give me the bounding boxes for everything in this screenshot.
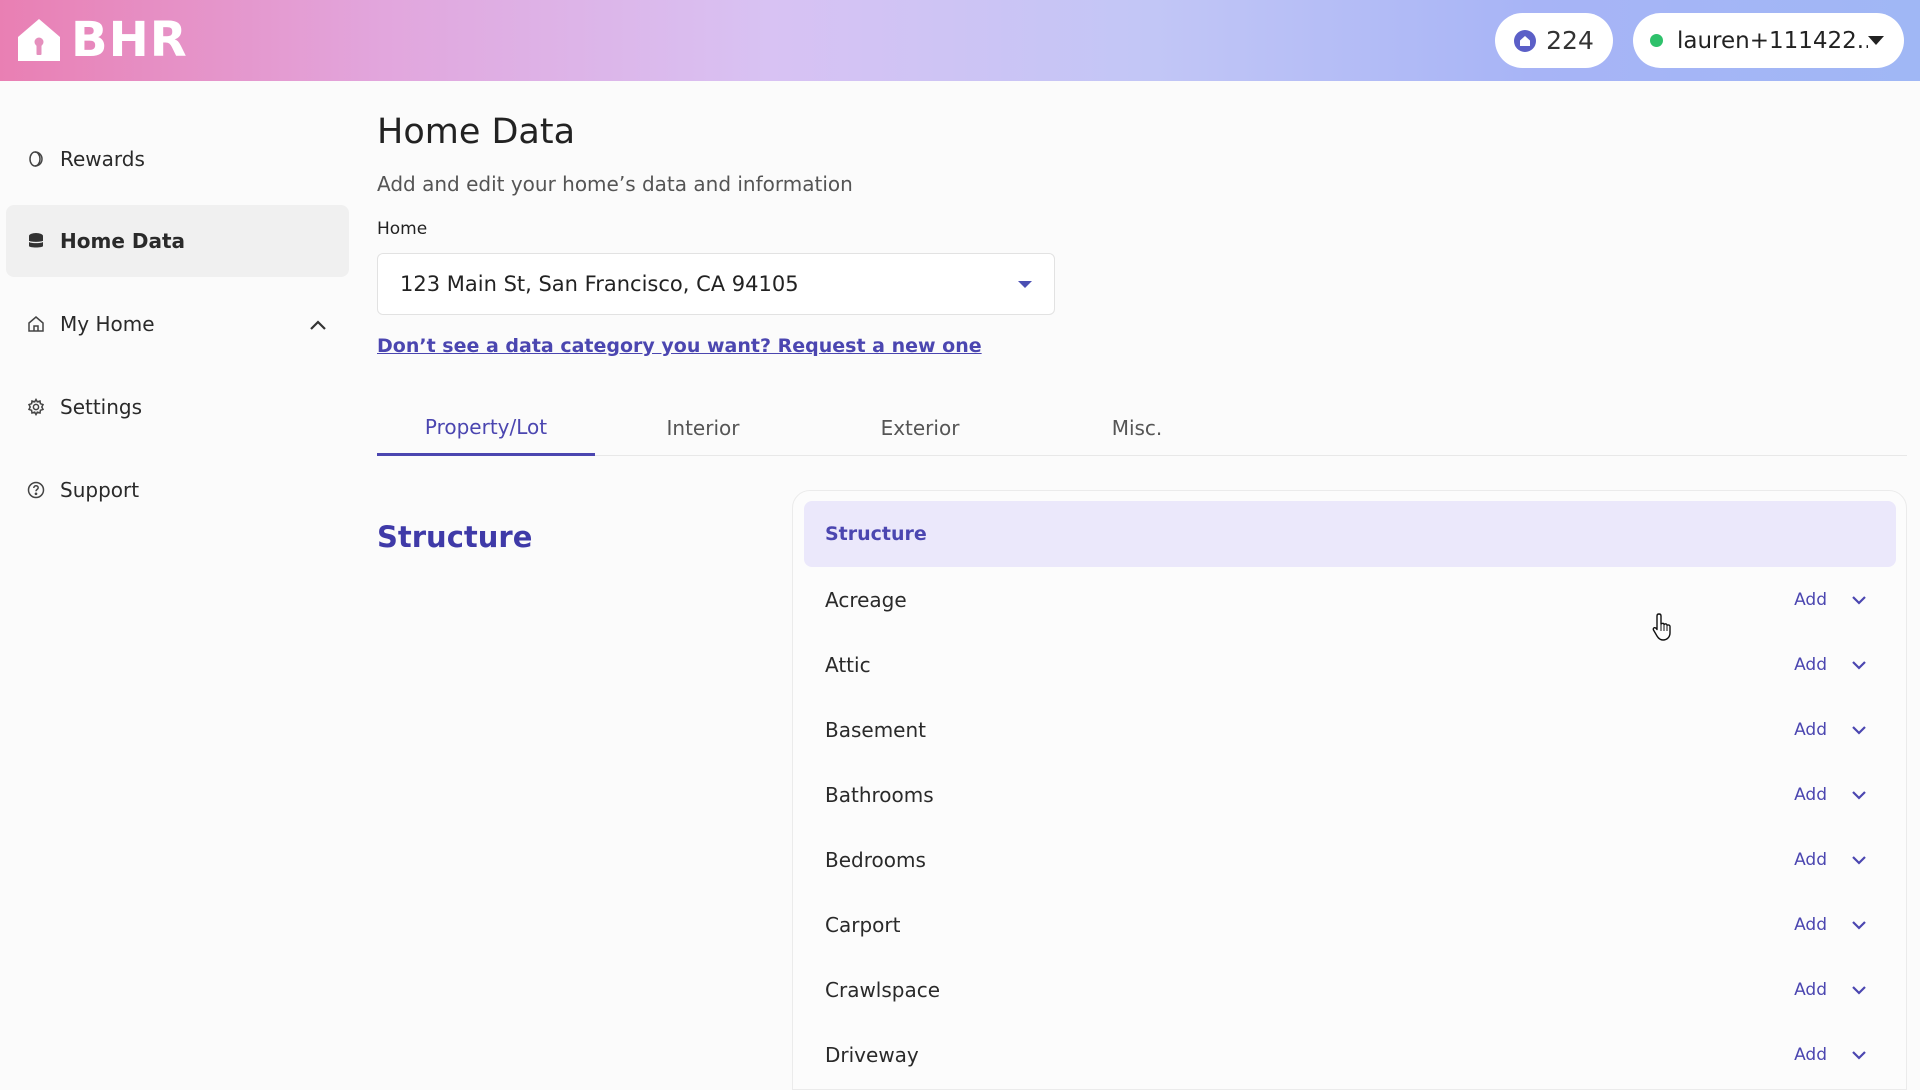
sidebar-item-label: My Home: [60, 312, 155, 336]
page-subtitle: Add and edit your home’s data and inform…: [377, 172, 853, 196]
data-row-carport[interactable]: Carport Add: [804, 892, 1896, 957]
user-name: lauren+111422...: [1677, 27, 1868, 54]
logo[interactable]: BHR: [15, 14, 188, 66]
chevron-down-icon[interactable]: [1849, 655, 1869, 675]
gear-icon: [26, 397, 46, 417]
home-select-label: Home: [377, 219, 428, 239]
add-button[interactable]: Add: [1794, 785, 1827, 805]
sidebar-item-settings[interactable]: Settings: [6, 371, 349, 443]
data-row-crawlspace[interactable]: Crawlspace Add: [804, 957, 1896, 1022]
row-label: Driveway: [825, 1042, 919, 1067]
data-row-attic[interactable]: Attic Add: [804, 632, 1896, 697]
row-label: Carport: [825, 912, 901, 937]
house-logo-icon: [18, 19, 60, 61]
add-button[interactable]: Add: [1794, 720, 1827, 740]
chevron-down-icon[interactable]: [1849, 850, 1869, 870]
sidebar-item-rewards[interactable]: Rewards: [6, 123, 349, 195]
caret-down-icon: [1018, 280, 1032, 288]
category-tabs: Property/Lot Interior Exterior Misc.: [377, 400, 1907, 456]
home-select-value: 123 Main St, San Francisco, CA 94105: [400, 272, 799, 296]
help-icon: [26, 480, 46, 500]
hand-pointer-cursor: [1652, 613, 1671, 641]
data-row-driveway[interactable]: Driveway Add: [804, 1022, 1896, 1087]
add-button[interactable]: Add: [1794, 590, 1827, 610]
add-button[interactable]: Add: [1794, 1045, 1827, 1065]
panel-header: Structure: [804, 501, 1896, 567]
tab-exterior[interactable]: Exterior: [811, 400, 1029, 456]
rewards-icon: [26, 149, 46, 169]
page-title: Home Data: [377, 112, 576, 152]
points-coin-icon: [1514, 29, 1537, 52]
sidebar-item-label: Rewards: [60, 147, 145, 171]
top-bar: BHR 224 lauren+111422...: [0, 0, 1920, 81]
add-button[interactable]: Add: [1794, 980, 1827, 1000]
add-button[interactable]: Add: [1794, 655, 1827, 675]
row-label: Basement: [825, 717, 927, 742]
chevron-down-icon[interactable]: [1849, 590, 1869, 610]
online-status-dot: [1650, 34, 1663, 47]
sidebar-item-support[interactable]: Support: [6, 454, 349, 526]
points-badge[interactable]: 224: [1495, 13, 1613, 68]
sidebar-item-my-home[interactable]: My Home: [6, 288, 349, 360]
chevron-down-icon[interactable]: [1849, 980, 1869, 1000]
user-menu-button[interactable]: lauren+111422...: [1633, 13, 1904, 68]
tab-misc[interactable]: Misc.: [1028, 400, 1246, 456]
request-category-link[interactable]: Don’t see a data category you want? Requ…: [377, 335, 982, 357]
chevron-up-icon[interactable]: [309, 312, 327, 336]
structure-panel: Structure Acreage Add Attic Add Basement Add B…: [792, 490, 1907, 1090]
section-title: Structure: [377, 520, 533, 554]
data-row-basement[interactable]: Basement Add: [804, 697, 1896, 762]
house-icon: [26, 314, 46, 334]
sidebar: Rewards Home Data My Home Settings Suppo…: [0, 81, 360, 1080]
add-button[interactable]: Add: [1794, 850, 1827, 870]
database-icon: [26, 231, 46, 251]
row-label: Acreage: [825, 587, 907, 612]
data-row-acreage[interactable]: Acreage Add: [804, 567, 1896, 632]
row-label: Crawlspace: [825, 977, 941, 1002]
sidebar-item-label: Home Data: [60, 229, 185, 253]
brand-name: BHR: [71, 12, 188, 68]
data-row-bedrooms[interactable]: Bedrooms Add: [804, 827, 1896, 892]
row-label: Bathrooms: [825, 782, 934, 807]
sidebar-item-label: Support: [60, 478, 140, 502]
row-label: Bedrooms: [825, 847, 926, 872]
points-value: 224: [1546, 26, 1594, 55]
chevron-down-icon[interactable]: [1849, 720, 1869, 740]
sidebar-item-home-data[interactable]: Home Data: [6, 205, 349, 277]
chevron-down-icon[interactable]: [1849, 785, 1869, 805]
tab-property-lot[interactable]: Property/Lot: [377, 400, 595, 456]
add-button[interactable]: Add: [1794, 915, 1827, 935]
data-row-bathrooms[interactable]: Bathrooms Add: [804, 762, 1896, 827]
chevron-down-icon[interactable]: [1849, 915, 1869, 935]
chevron-down-icon[interactable]: [1849, 1045, 1869, 1065]
caret-down-icon: [1868, 36, 1884, 45]
row-label: Attic: [825, 652, 871, 677]
tab-interior[interactable]: Interior: [594, 400, 812, 456]
sidebar-item-label: Settings: [60, 395, 143, 419]
home-select[interactable]: 123 Main St, San Francisco, CA 94105: [377, 253, 1055, 315]
